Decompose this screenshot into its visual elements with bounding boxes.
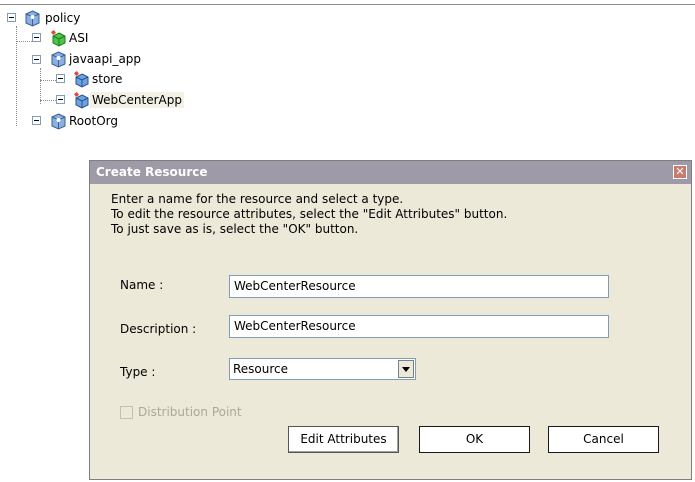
dialog-titlebar[interactable]: Create Resource ✕	[90, 161, 691, 184]
dialog-instructions: Enter a name for the resource and select…	[111, 192, 507, 237]
org-icon	[50, 51, 67, 68]
name-field[interactable]: WebCenterResource	[229, 275, 609, 298]
create-resource-dialog: Create Resource ✕ Enter a name for the r…	[89, 160, 692, 480]
app-blue-icon	[73, 71, 90, 88]
instruction-line: To just save as is, select the "OK" butt…	[111, 222, 359, 236]
org-icon	[24, 10, 41, 27]
collapse-javaapi-app-toggle[interactable]	[32, 55, 41, 64]
distribution-point-label: Distribution Point	[138, 405, 242, 419]
app-blue-icon	[73, 92, 90, 109]
tree-node-webcenterapp[interactable]: WebCenterApp	[90, 92, 184, 108]
policy-tree: policy ASI javaapi_app store WebCenterAp…	[0, 0, 695, 140]
org-icon	[50, 113, 67, 130]
tree-node-store[interactable]: store	[90, 71, 124, 87]
expand-asi-toggle[interactable]	[32, 33, 41, 42]
edit-attributes-button[interactable]: Edit Attributes	[288, 426, 399, 453]
app-green-icon	[50, 30, 67, 47]
expand-rootorg-toggle[interactable]	[32, 116, 41, 125]
chevron-down-icon[interactable]	[398, 360, 414, 378]
tree-node-policy[interactable]: policy	[43, 10, 82, 26]
type-label: Type :	[120, 365, 156, 379]
tree-connector	[40, 100, 56, 101]
type-selected-value: Resource	[233, 362, 289, 376]
tree-node-rootorg[interactable]: RootOrg	[67, 113, 120, 129]
tree-node-asi[interactable]: ASI	[67, 30, 90, 46]
close-icon[interactable]: ✕	[673, 165, 687, 179]
instruction-line: Enter a name for the resource and select…	[111, 192, 404, 206]
dialog-title: Create Resource	[96, 165, 208, 179]
instruction-line: To edit the resource attributes, select …	[111, 207, 508, 221]
tree-connector	[40, 68, 41, 104]
name-label: Name :	[120, 278, 164, 292]
distribution-point-checkbox	[120, 406, 133, 419]
expand-store-toggle[interactable]	[56, 74, 65, 83]
collapse-policy-toggle[interactable]	[7, 13, 16, 22]
description-label: Description :	[120, 322, 197, 336]
cancel-button[interactable]: Cancel	[548, 426, 659, 453]
ok-button[interactable]: OK	[419, 426, 530, 453]
tree-connector	[40, 80, 56, 81]
type-select[interactable]: Resource	[229, 358, 416, 380]
expand-webcenterapp-toggle[interactable]	[56, 95, 65, 104]
tree-node-javaapi-app[interactable]: javaapi_app	[67, 51, 143, 67]
description-field[interactable]: WebCenterResource	[229, 315, 609, 338]
